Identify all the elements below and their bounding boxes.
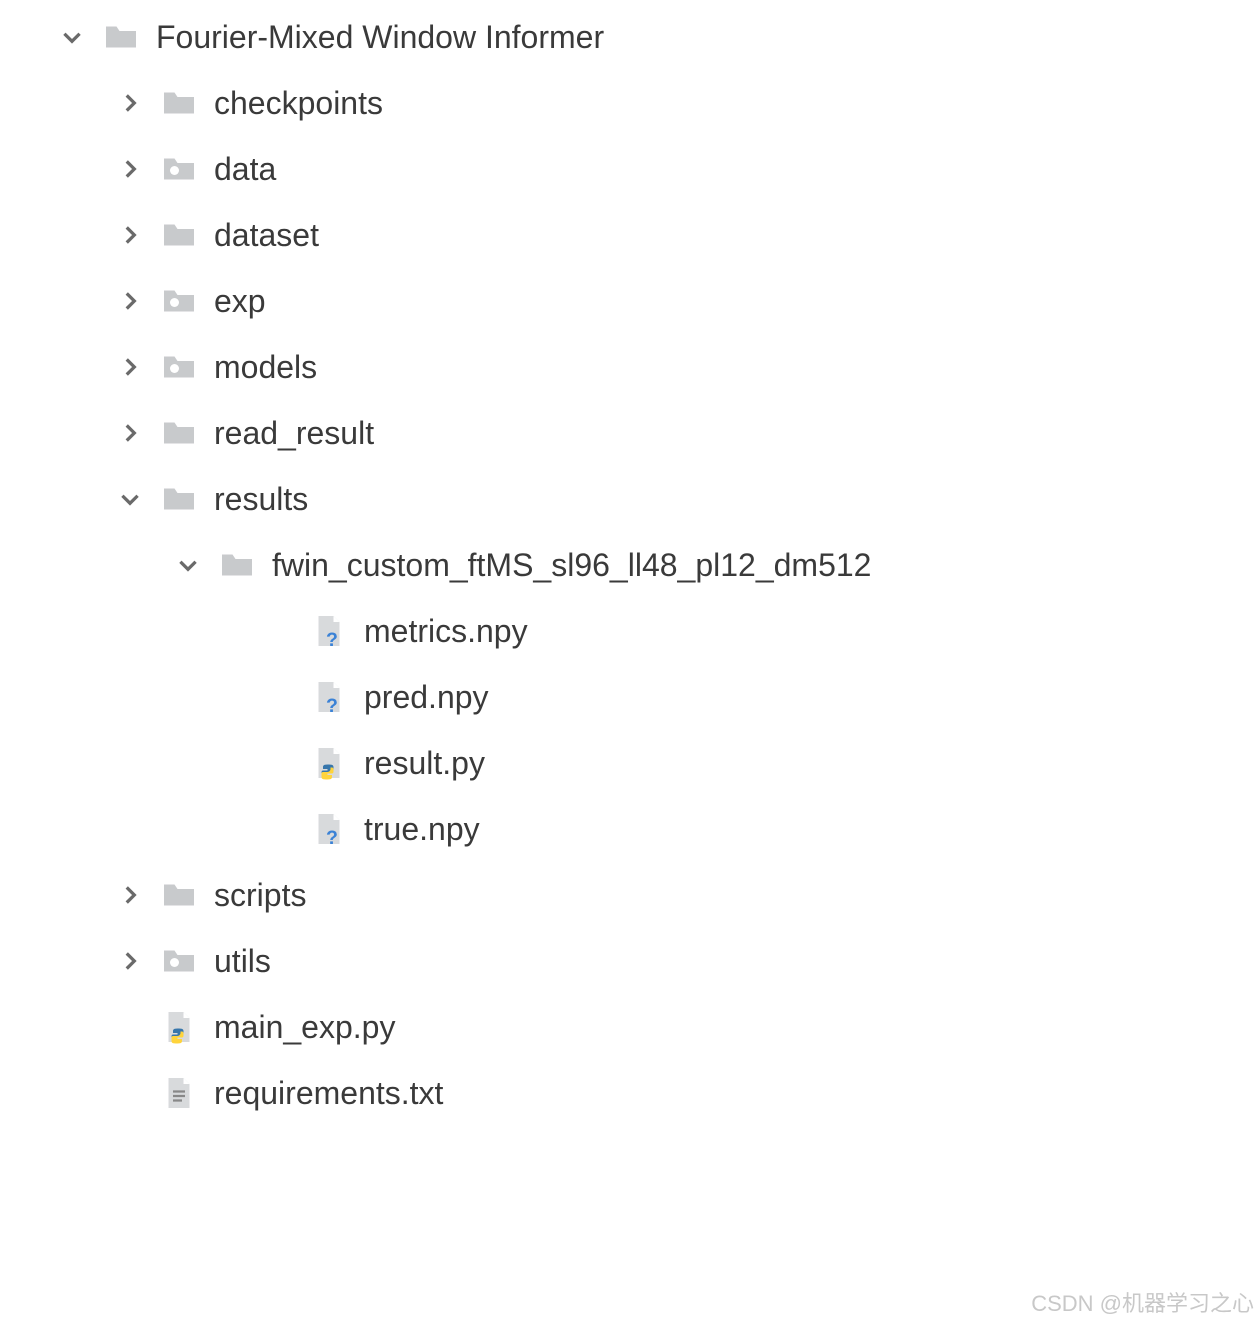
chevron-right-icon [116, 947, 144, 975]
tree-item-label: dataset [214, 217, 319, 254]
file-unknown-icon: ? [308, 808, 350, 850]
tree-item-label: metrics.npy [364, 613, 528, 650]
tree-item-read-result[interactable]: read_result [0, 400, 1260, 466]
tree-item-label: fwin_custom_ftMS_sl96_ll48_pl12_dm512 [272, 547, 871, 584]
tree-item-checkpoints[interactable]: checkpoints [0, 70, 1260, 136]
chevron-right-icon [116, 419, 144, 447]
tree-item-label: utils [214, 943, 271, 980]
chevron-down-icon [174, 551, 202, 579]
svg-text:?: ? [326, 827, 338, 849]
tree-item-label: data [214, 151, 276, 188]
chevron-right-icon [116, 353, 144, 381]
tree-item-label: true.npy [364, 811, 480, 848]
file-unknown-icon: ? [308, 610, 350, 652]
folder-dot-icon [158, 346, 200, 388]
tree-item-models[interactable]: models [0, 334, 1260, 400]
tree-item-label: models [214, 349, 317, 386]
tree-item-fwin-custom[interactable]: fwin_custom_ftMS_sl96_ll48_pl12_dm512 [0, 532, 1260, 598]
folder-icon [158, 214, 200, 256]
tree-item-data[interactable]: data [0, 136, 1260, 202]
chevron-down-icon [116, 485, 144, 513]
tree-item-label: Fourier-Mixed Window Informer [156, 19, 604, 56]
folder-dot-icon [158, 148, 200, 190]
file-unknown-icon: ? [308, 676, 350, 718]
file-tree: Fourier-Mixed Window Informer checkpoint… [0, 0, 1260, 1126]
tree-item-pred-npy[interactable]: ? pred.npy [0, 664, 1260, 730]
tree-item-label: results [214, 481, 308, 518]
tree-item-requirements-txt[interactable]: requirements.txt [0, 1060, 1260, 1126]
tree-item-result-py[interactable]: result.py [0, 730, 1260, 796]
tree-item-main-exp-py[interactable]: main_exp.py [0, 994, 1260, 1060]
file-python-icon [308, 742, 350, 784]
tree-item-label: exp [214, 283, 266, 320]
chevron-right-icon [116, 155, 144, 183]
tree-item-metrics-npy[interactable]: ? metrics.npy [0, 598, 1260, 664]
svg-text:?: ? [326, 629, 338, 651]
chevron-down-icon [58, 23, 86, 51]
tree-item-utils[interactable]: utils [0, 928, 1260, 994]
tree-item-label: main_exp.py [214, 1009, 395, 1046]
tree-item-root[interactable]: Fourier-Mixed Window Informer [0, 4, 1260, 70]
tree-item-label: checkpoints [214, 85, 383, 122]
file-python-icon [158, 1006, 200, 1048]
folder-icon [158, 412, 200, 454]
tree-item-label: result.py [364, 745, 485, 782]
chevron-right-icon [116, 287, 144, 315]
folder-dot-icon [158, 940, 200, 982]
folder-icon [216, 544, 258, 586]
tree-item-label: scripts [214, 877, 306, 914]
folder-icon [158, 874, 200, 916]
tree-item-dataset[interactable]: dataset [0, 202, 1260, 268]
tree-item-results[interactable]: results [0, 466, 1260, 532]
folder-icon [100, 16, 142, 58]
folder-dot-icon [158, 280, 200, 322]
tree-item-label: pred.npy [364, 679, 489, 716]
chevron-right-icon [116, 89, 144, 117]
tree-item-label: requirements.txt [214, 1075, 443, 1112]
svg-text:?: ? [326, 695, 338, 717]
tree-item-label: read_result [214, 415, 374, 452]
tree-item-true-npy[interactable]: ? true.npy [0, 796, 1260, 862]
chevron-right-icon [116, 221, 144, 249]
tree-item-exp[interactable]: exp [0, 268, 1260, 334]
chevron-right-icon [116, 881, 144, 909]
folder-icon [158, 478, 200, 520]
tree-item-scripts[interactable]: scripts [0, 862, 1260, 928]
folder-icon [158, 82, 200, 124]
watermark: CSDN @机器学习之心 [1031, 1286, 1254, 1318]
file-text-icon [158, 1072, 200, 1114]
